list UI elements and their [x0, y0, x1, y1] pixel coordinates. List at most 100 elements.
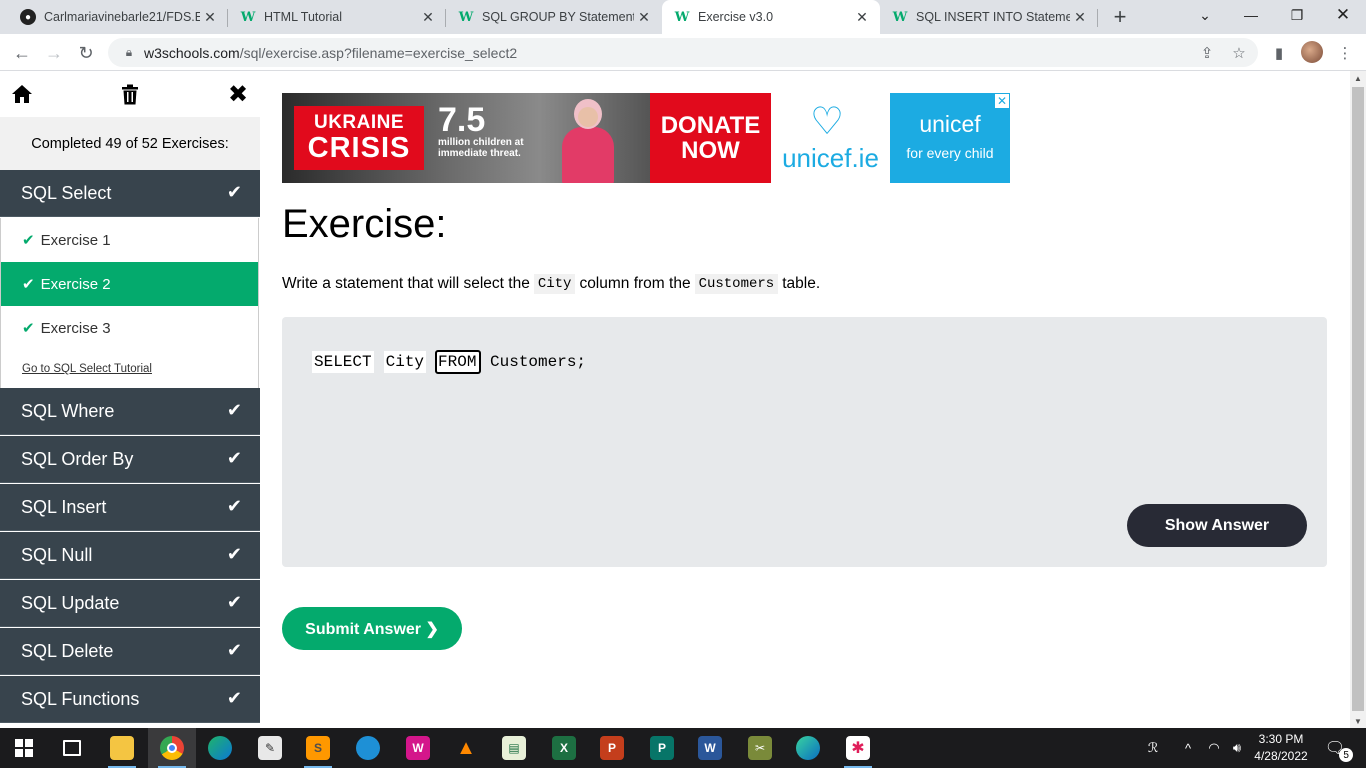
- ad-unicef-ie: ♡ unicef.ie: [771, 93, 890, 183]
- slack-icon[interactable]: ✱: [834, 728, 882, 768]
- tab-exercise[interactable]: W Exercise v3.0 ✕: [662, 0, 880, 34]
- clock-date: 4/28/2022: [1254, 749, 1308, 763]
- tab-sql-insert[interactable]: W SQL INSERT INTO Statement ✕: [880, 0, 1098, 34]
- close-icon[interactable]: ✕: [418, 7, 438, 27]
- tab-github[interactable]: ● Carlmariavinebarle21/FDS.EB ✕: [8, 0, 228, 34]
- restore-button[interactable]: ❐: [1274, 0, 1320, 30]
- tab-search-icon[interactable]: ⌄: [1182, 0, 1228, 30]
- ad-brand: unicef: [919, 111, 981, 137]
- reload-button[interactable]: ↻: [72, 39, 100, 67]
- sidebar-toolbar: ✖: [0, 71, 260, 117]
- windows-taskbar: ✎ S W ▲ ▤ X P P W ✂ ✱ ℛ ^ ◠ 🔊︎ 3:30 PM 4…: [0, 728, 1366, 768]
- section-label: SQL Functions: [21, 688, 140, 709]
- notepad-icon[interactable]: ✎: [246, 728, 294, 768]
- ad-unicef-logo: unicef for every child ✕: [890, 93, 1010, 183]
- home-icon[interactable]: [9, 81, 35, 107]
- menu-icon[interactable]: ⋮: [1334, 42, 1356, 64]
- sql-select-tutorial-link[interactable]: Go to SQL Select Tutorial: [0, 350, 259, 388]
- scroll-down-icon[interactable]: ▼: [1350, 714, 1366, 728]
- task-code-city: City: [533, 274, 576, 294]
- tool-icon[interactable]: ✂: [736, 728, 784, 768]
- wifi-icon[interactable]: ◠: [1202, 728, 1226, 768]
- browser-tab-strip: ● Carlmariavinebarle21/FDS.EB ✕ W HTML T…: [0, 0, 1366, 34]
- sidebar-section-sql-where[interactable]: SQL Where ✔: [0, 388, 260, 435]
- minimize-button[interactable]: —: [1228, 0, 1274, 30]
- sidebar-section-sql-insert[interactable]: SQL Insert ✔: [0, 484, 260, 531]
- exercise-task: Write a statement that will select the C…: [282, 274, 820, 294]
- url-host: w3schools.com: [144, 44, 240, 61]
- close-icon[interactable]: ✕: [634, 7, 654, 27]
- exercise-label: Exercise 3: [40, 319, 111, 337]
- sidebar-exercise-2[interactable]: ✔ Exercise 2: [0, 262, 259, 306]
- sidebar-section-sql-null[interactable]: SQL Null ✔: [0, 532, 260, 579]
- tab-title: Exercise v3.0: [698, 10, 774, 24]
- tab-html-tutorial[interactable]: W HTML Tutorial ✕: [228, 0, 446, 34]
- chrome-icon[interactable]: [148, 728, 196, 768]
- edge-icon[interactable]: [196, 728, 244, 768]
- sidebar-section-sql-delete[interactable]: SQL Delete ✔: [0, 628, 260, 675]
- task-text-1: Write a statement that will select the: [282, 275, 530, 292]
- sidebar-section-sql-order-by[interactable]: SQL Order By ✔: [0, 436, 260, 483]
- volume-icon[interactable]: 🔊︎: [1226, 728, 1248, 768]
- publisher-icon[interactable]: P: [638, 728, 686, 768]
- checkmark-icon: ✔: [226, 400, 242, 420]
- section-label: SQL Where: [21, 400, 115, 421]
- sidebar-section-sql-update[interactable]: SQL Update ✔: [0, 580, 260, 627]
- tray-chevron-icon[interactable]: ^: [1178, 728, 1198, 768]
- w3schools-icon: W: [240, 9, 256, 25]
- answer-input[interactable]: [435, 350, 482, 374]
- w3schools-icon: W: [674, 9, 690, 25]
- side-panel-icon[interactable]: ▮: [1268, 42, 1290, 64]
- people-icon[interactable]: ℛ: [1140, 728, 1166, 768]
- close-icon[interactable]: ✕: [200, 7, 220, 27]
- trash-icon[interactable]: [117, 81, 143, 107]
- share-icon[interactable]: ⇪: [1197, 43, 1217, 63]
- ad-donate-now[interactable]: DONATE NOW: [650, 93, 771, 183]
- show-answer-button[interactable]: Show Answer: [1127, 504, 1307, 547]
- section-label: SQL Null: [21, 544, 93, 565]
- vlc-icon[interactable]: ▲: [442, 728, 490, 768]
- powerpoint-icon[interactable]: P: [588, 728, 636, 768]
- checkmark-icon: ✔: [226, 496, 242, 516]
- notification-icon[interactable]: 🗨︎ 5: [1320, 728, 1354, 768]
- close-icon[interactable]: ✕: [1070, 7, 1090, 27]
- bookmark-star-icon[interactable]: ☆: [1229, 43, 1249, 63]
- profile-avatar[interactable]: [1301, 41, 1323, 63]
- w3schools-icon: W: [892, 9, 908, 25]
- taskbar-clock[interactable]: 3:30 PM 4/28/2022: [1250, 731, 1312, 765]
- close-icon[interactable]: ✕: [852, 7, 872, 27]
- new-tab-button[interactable]: +: [1108, 4, 1132, 29]
- ad-close-icon[interactable]: ✕: [994, 93, 1010, 109]
- sublime-icon[interactable]: S: [294, 728, 342, 768]
- lock-icon[interactable]: 🔒︎: [122, 45, 136, 61]
- sidebar-section-sql-functions[interactable]: SQL Functions ✔: [0, 676, 260, 723]
- file-explorer-icon[interactable]: [98, 728, 146, 768]
- checkmark-icon: ✔: [22, 320, 35, 337]
- task-view-icon[interactable]: [48, 728, 96, 768]
- app-icon[interactable]: [344, 728, 392, 768]
- browser-toolbar: ← → ↻ 🔒︎ w3schools.com/sql/exercise.asp?…: [0, 34, 1366, 71]
- sidebar-section-sql-select[interactable]: SQL Select ✔: [0, 170, 260, 217]
- wamp-icon[interactable]: W: [394, 728, 442, 768]
- page-scrollbar[interactable]: ▲ ▼: [1350, 71, 1366, 728]
- forward-button[interactable]: →: [40, 39, 68, 67]
- ad-site: unicef.ie: [782, 143, 879, 173]
- windows-start-icon[interactable]: [0, 728, 48, 768]
- window-close-button[interactable]: ✕: [1320, 0, 1366, 30]
- submit-answer-button[interactable]: Submit Answer ❯: [282, 607, 462, 650]
- edge-beta-icon[interactable]: [784, 728, 832, 768]
- scrollbar-thumb[interactable]: [1352, 87, 1364, 711]
- back-button[interactable]: ←: [8, 39, 36, 67]
- sidebar-exercise-3[interactable]: ✔ Exercise 3: [0, 306, 259, 350]
- address-bar[interactable]: 🔒︎ w3schools.com/sql/exercise.asp?filena…: [108, 38, 1258, 67]
- scroll-up-icon[interactable]: ▲: [1350, 71, 1366, 85]
- unicef-ad-banner[interactable]: UKRAINE CRISIS 7.5 million children at i…: [282, 93, 1010, 183]
- w3schools-icon: W: [458, 9, 474, 25]
- ad-donate-line-2: NOW: [681, 137, 740, 164]
- close-icon[interactable]: ✖: [225, 81, 251, 108]
- excel-icon[interactable]: X: [540, 728, 588, 768]
- word-icon[interactable]: W: [686, 728, 734, 768]
- excel-file-icon[interactable]: ▤: [490, 728, 538, 768]
- sidebar-exercise-1[interactable]: ✔ Exercise 1: [0, 218, 259, 262]
- tab-sql-group-by[interactable]: W SQL GROUP BY Statement ✕: [446, 0, 662, 34]
